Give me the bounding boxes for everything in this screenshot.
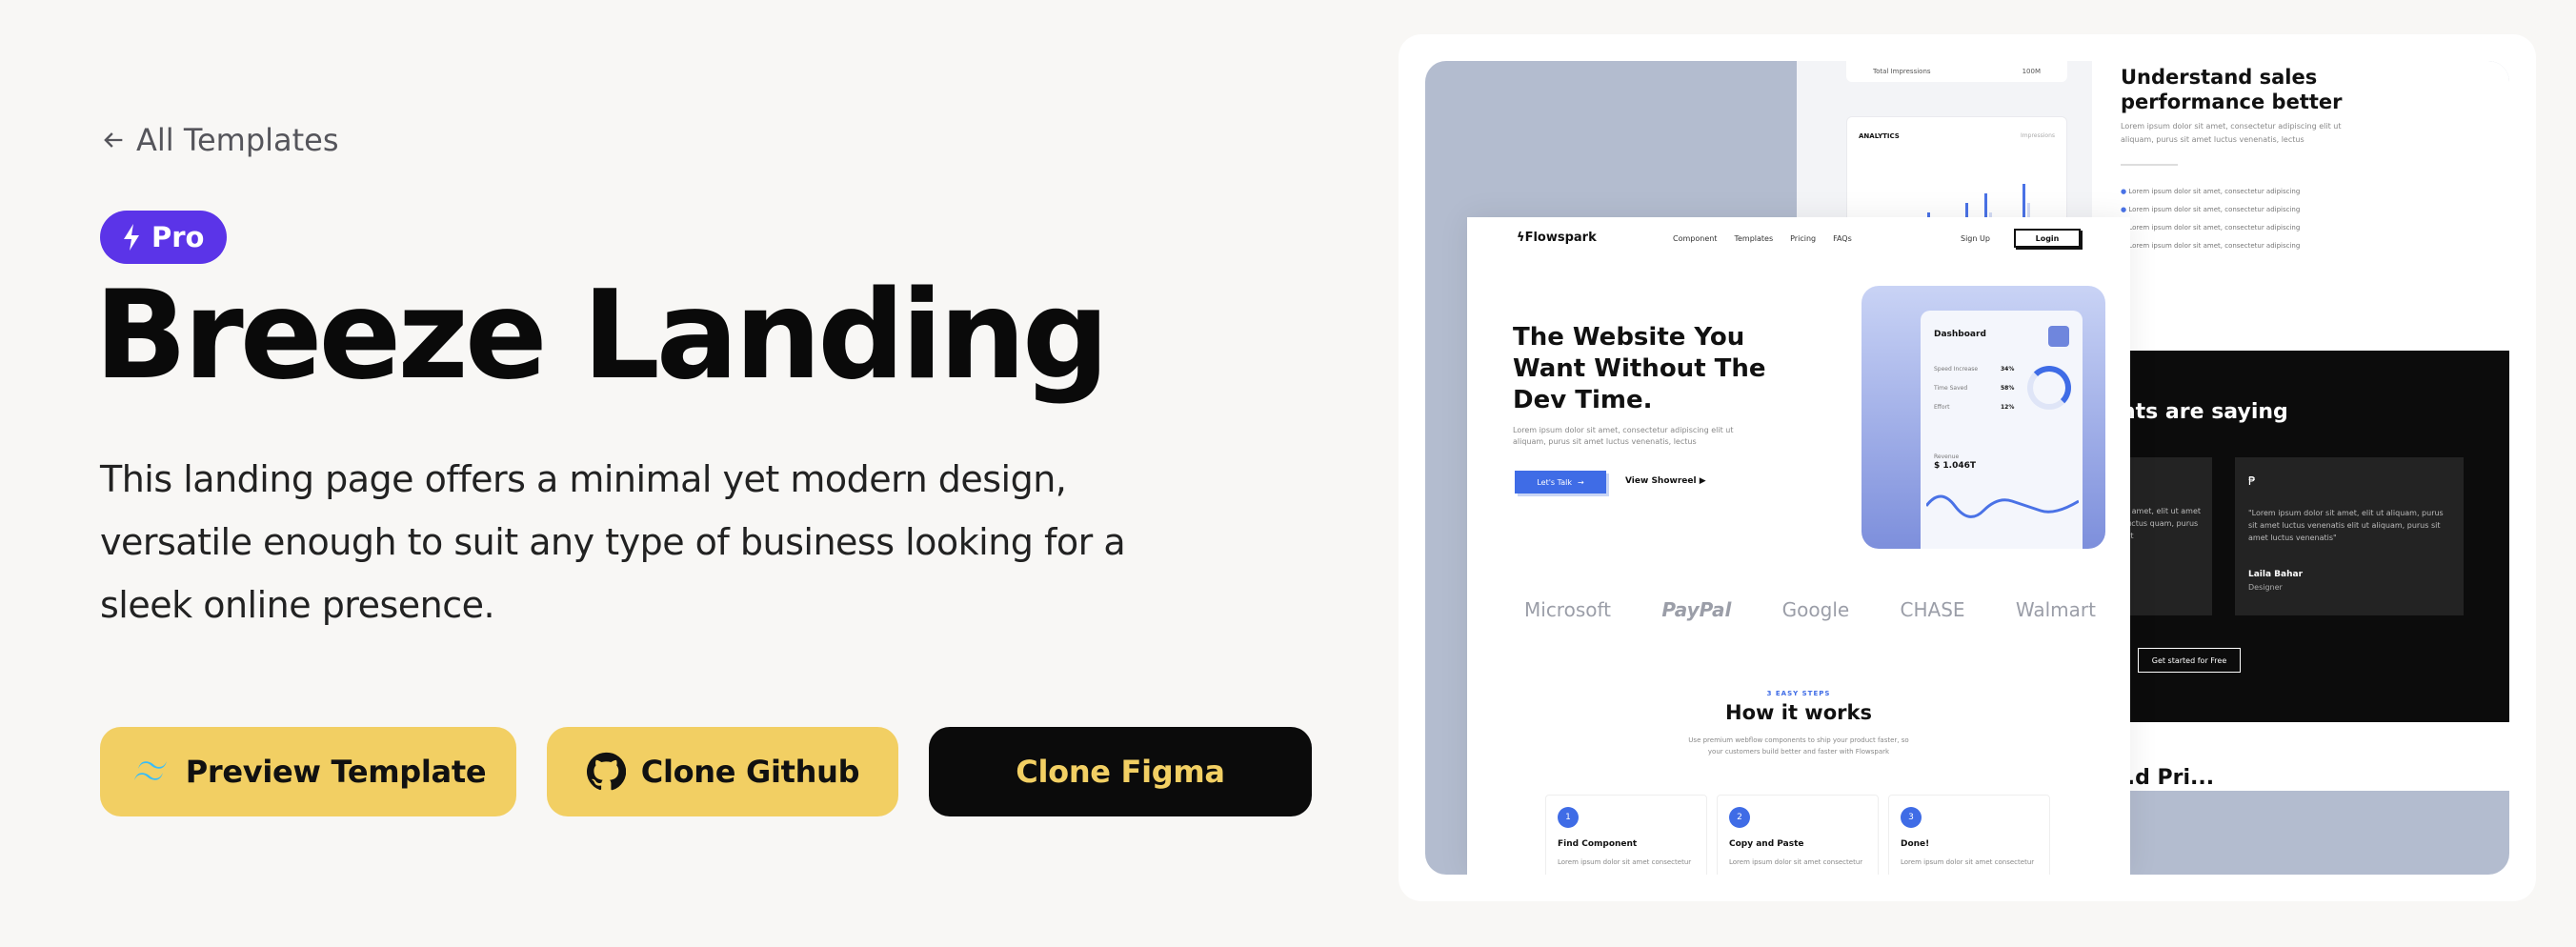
partner-logos: Microsoft PayPal Google CHASE Walmart xyxy=(1524,598,2096,621)
steps-title: How it works xyxy=(1725,701,1872,724)
stat-label: Effort xyxy=(1934,404,1950,411)
nav-item[interactable]: Component xyxy=(1673,234,1717,243)
microsoft-logo: Microsoft xyxy=(1524,598,1612,621)
nav-item[interactable]: Pricing xyxy=(1790,234,1816,243)
lets-talk-button[interactable]: Let's Talk → xyxy=(1515,471,1606,494)
impressions-value: 100M xyxy=(2022,68,2041,75)
stat-value: 58% xyxy=(2001,385,2015,392)
stat-value: 12% xyxy=(2001,404,2015,411)
step-card: 2 Copy and Paste Lorem ipsum dolor sit a… xyxy=(1717,795,1879,875)
analytics-label: ANALYTICS xyxy=(1859,132,1900,140)
step-title: Find Component xyxy=(1558,839,1638,849)
flowspark-logo: ϟFlowspark xyxy=(1517,231,1597,245)
step-subtitle: Lorem ipsum dolor sit amet consectetur xyxy=(1901,858,2035,866)
hero-dashboard-visual: Dashboard Speed Increase 34% Time Saved … xyxy=(1862,286,2105,549)
quote-icon: ₱ xyxy=(2248,474,2256,488)
preview-card: Total Impressions 100M ANALYTICS Impress… xyxy=(1399,34,2536,901)
impressions-label: Total Impressions xyxy=(1873,68,1931,75)
steps-kicker: 3 EASY STEPS xyxy=(1766,690,1831,697)
step-card: 1 Find Component Lorem ipsum dolor sit a… xyxy=(1545,795,1707,875)
step-title: Done! xyxy=(1901,839,1930,849)
tailwind-icon xyxy=(133,761,167,780)
template-info: All Templates Pro Breeze Landing This la… xyxy=(94,0,1312,947)
step-title: Copy and Paste xyxy=(1729,839,1804,849)
lightning-icon xyxy=(124,224,139,251)
nav-item[interactable]: FAQs xyxy=(1833,234,1852,243)
stat-label: Time Saved xyxy=(1934,385,1968,392)
nav-item[interactable]: Templates xyxy=(1734,234,1773,243)
revenue-value: $ 1.046T xyxy=(1934,461,1977,471)
analytics-sub: Impressions xyxy=(2021,132,2055,139)
feature-item: ● Lorem ipsum dolor sit amet, consectetu… xyxy=(2121,242,2301,250)
feature-item: ● Lorem ipsum dolor sit amet, consectetu… xyxy=(2121,224,2301,232)
google-logo: Google xyxy=(1781,598,1850,621)
testimonial-role: Designer xyxy=(2248,583,2283,592)
hero-title: The Website You Want Without The Dev Tim… xyxy=(1513,323,1766,414)
clone-github-label: Clone Github xyxy=(640,754,860,790)
stat-label: Speed Increase xyxy=(1934,366,1979,373)
login-button[interactable]: Login xyxy=(2014,229,2081,248)
get-started-button[interactable]: Get started for Free xyxy=(2138,648,2241,673)
pro-badge-label: Pro xyxy=(151,221,205,253)
template-description: This landing page offers a minimal yet m… xyxy=(100,458,1126,626)
back-subtext: Lorem ipsum dolor sit amet, consectetur … xyxy=(2121,122,2342,144)
preview-front-page: ϟFlowspark Component Templates Pricing F… xyxy=(1467,217,2130,875)
feature-list: ● Lorem ipsum dolor sit amet, consectetu… xyxy=(2121,183,2300,255)
impressions-card: Total Impressions 100M xyxy=(1846,61,2067,82)
step-subtitle: Lorem ipsum dolor sit amet consectetur xyxy=(1729,858,1863,866)
mock-navbar: ϟFlowspark Component Templates Pricing F… xyxy=(1467,227,2130,255)
arrow-right-icon: → xyxy=(1577,477,1584,487)
step-number: 3 xyxy=(1901,807,1922,828)
lets-talk-label: Let's Talk xyxy=(1537,477,1572,487)
clone-figma-button[interactable]: Clone Figma xyxy=(929,727,1312,816)
play-icon: ▶ xyxy=(1699,476,1706,486)
hero-subtitle: Lorem ipsum dolor sit amet, consectetur … xyxy=(1513,426,1734,446)
step-card: 3 Done! Lorem ipsum dolor sit amet conse… xyxy=(1888,795,2050,875)
feature-item: ● Lorem ipsum dolor sit amet, consectetu… xyxy=(2121,188,2301,195)
dashboard-title: Dashboard xyxy=(1934,330,1986,339)
progress-ring xyxy=(2027,366,2071,410)
back-heading: Understand sales performance better xyxy=(2121,66,2343,113)
clone-figma-label: Clone Figma xyxy=(1016,754,1225,790)
clone-github-button[interactable]: Clone Github xyxy=(547,727,898,816)
testimonial-card: d amet, elit ut amet luctus quam, purus … xyxy=(2121,457,2212,615)
mock-nav-links: Component Templates Pricing FAQs xyxy=(1673,234,1852,243)
stat-value: 34% xyxy=(2001,366,2015,373)
preview-frame: Total Impressions 100M ANALYTICS Impress… xyxy=(1425,61,2509,875)
step-number: 1 xyxy=(1558,807,1579,828)
shield-icon xyxy=(2048,326,2069,347)
testimonial-name: Laila Bahar xyxy=(2248,570,2304,579)
testimonials-title: nts are saying xyxy=(2121,400,2288,424)
page-title: Breeze Landing xyxy=(94,265,1109,407)
revenue-label: Revenue xyxy=(1934,453,1960,460)
all-templates-label: All Templates xyxy=(136,122,339,158)
bolt-icon: ϟ xyxy=(1517,231,1525,245)
testimonial-card: ₱ "Lorem ipsum dolor sit amet, elit ut a… xyxy=(2235,457,2464,615)
step-subtitle: Lorem ipsum dolor sit amet consectetur xyxy=(1558,858,1692,866)
testimonial-quote: "Lorem ipsum dolor sit amet, elit ut ali… xyxy=(2248,509,2444,542)
divider xyxy=(2121,164,2178,166)
dashboard-card: Dashboard Speed Increase 34% Time Saved … xyxy=(1921,311,2083,549)
preview-template-button[interactable]: Preview Template xyxy=(100,727,516,816)
step-number: 2 xyxy=(1729,807,1750,828)
steps-subtitle: Use premium webflow components to ship y… xyxy=(1688,736,1909,756)
arrow-left-icon xyxy=(104,132,123,148)
view-showreel-link[interactable]: View Showreel ▶ xyxy=(1625,476,1706,486)
signup-link[interactable]: Sign Up xyxy=(1961,234,1990,243)
preview-template-label: Preview Template xyxy=(185,754,487,790)
walmart-logo: Walmart xyxy=(2015,598,2096,621)
github-icon xyxy=(586,752,626,791)
revenue-wave xyxy=(1926,494,2079,518)
chase-logo: CHASE xyxy=(1900,598,1965,621)
feature-item: ● Lorem ipsum dolor sit amet, consectetu… xyxy=(2121,206,2301,213)
all-templates-link[interactable]: All Templates xyxy=(100,122,339,158)
paypal-logo: PayPal xyxy=(1661,598,1732,621)
pro-badge: Pro xyxy=(100,211,228,264)
testimonial-quote-left: d amet, elit ut amet luctus quam, purus … xyxy=(2124,507,2202,540)
